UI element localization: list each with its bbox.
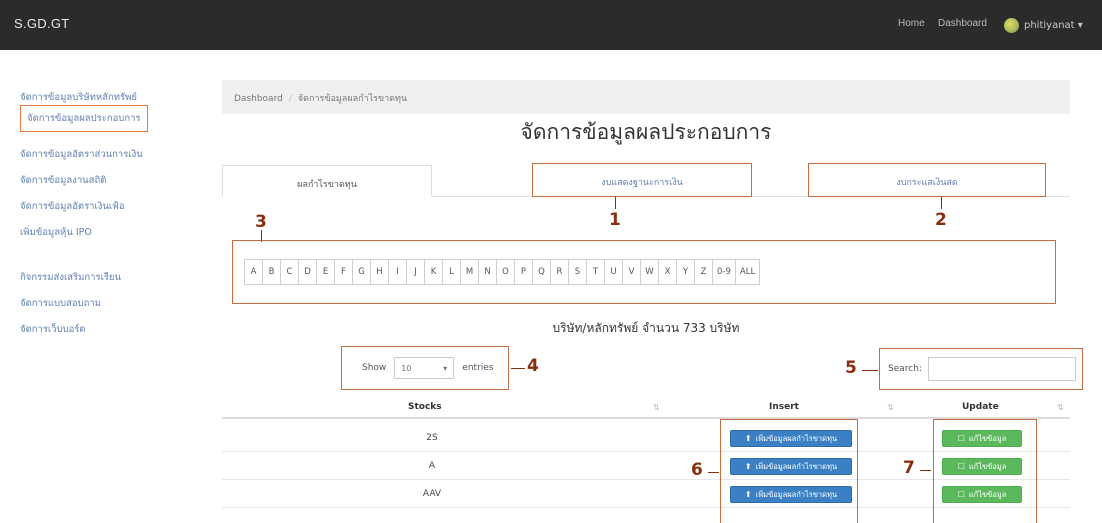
sidebar-item-inflation[interactable]: จัดการข้อมูลอัตราเงินเฟ้อ: [20, 199, 125, 214]
letter-filter-button[interactable]: M: [460, 259, 479, 285]
chevron-down-icon: ▾: [443, 363, 448, 373]
letter-filter-button[interactable]: I: [388, 259, 407, 285]
stock-symbol: AAV: [422, 489, 442, 499]
letter-filter-button[interactable]: O: [496, 259, 515, 285]
avatar: [1004, 17, 1019, 33]
tab-bar: ผลกำไรขาดทุน งบแสดงฐานะการเงิน งบกระแสเง…: [222, 163, 1070, 197]
stock-symbol: 2S: [426, 433, 438, 443]
annotation-arrow-7: [920, 470, 931, 471]
sidebar-item-ratios[interactable]: จัดการข้อมูลอัตราส่วนการเงิน: [20, 147, 143, 162]
entries-select[interactable]: 10 ▾: [394, 357, 455, 379]
search-label: Search:: [888, 364, 922, 374]
annotation-2: 2: [935, 210, 947, 230]
letter-filter-button[interactable]: Q: [532, 259, 551, 285]
letter-filter-button[interactable]: V: [622, 259, 641, 285]
letter-filter-button[interactable]: S: [568, 259, 587, 285]
letter-filter: A B C D E F G H I J K L M N O P Q R S T U V W X Y Z 0-9 ALL: [244, 259, 761, 285]
annotation-6: 6: [691, 460, 703, 480]
annotation-arrow-2: [941, 197, 942, 209]
top-navbar: S.GD.GT Home Dashboard phitiyanat ▾: [0, 0, 1102, 50]
breadcrumb-root[interactable]: Dashboard: [234, 94, 283, 104]
letter-filter-button[interactable]: D: [298, 259, 317, 285]
letter-filter-button[interactable]: W: [640, 259, 659, 285]
letter-filter-button[interactable]: B: [262, 259, 281, 285]
annotation-arrow-5: [862, 370, 878, 371]
search-input[interactable]: [927, 357, 1076, 381]
sidebar-item-companies[interactable]: จัดการข้อมูลบริษัทหลักทรัพย์: [20, 90, 137, 105]
company-count: บริษัท/หลักทรัพย์ จำนวน 733 บริษัท: [552, 321, 740, 335]
tab-cash-flow[interactable]: งบกระแสเงินสด: [808, 163, 1046, 197]
letter-filter-button[interactable]: T: [586, 259, 605, 285]
search-control: Search:: [879, 348, 1083, 390]
breadcrumb-separator: /: [288, 94, 292, 104]
letter-filter-button[interactable]: K: [424, 259, 443, 285]
sort-icon[interactable]: ⇅: [653, 403, 660, 412]
stock-symbol: A: [428, 461, 436, 471]
letter-filter-button[interactable]: P: [514, 259, 533, 285]
letter-filter-button[interactable]: E: [316, 259, 335, 285]
annotation-5: 5: [845, 358, 857, 378]
letter-filter-button[interactable]: G: [352, 259, 371, 285]
annotation-4: 4: [527, 356, 539, 376]
annotation-arrow-4: [511, 368, 525, 369]
nav-home-link[interactable]: Home: [898, 18, 925, 29]
letter-filter-button[interactable]: J: [406, 259, 425, 285]
column-header-update[interactable]: Update: [962, 402, 999, 412]
letter-filter-button[interactable]: ALL: [734, 259, 761, 285]
letter-filter-button[interactable]: Y: [676, 259, 695, 285]
table-header: Stocks ⇅ Insert ⇅ Update ⇅: [222, 397, 1070, 419]
column-header-insert[interactable]: Insert: [769, 402, 799, 412]
column-header-stocks[interactable]: Stocks: [408, 402, 442, 412]
sort-icon[interactable]: ⇅: [887, 403, 894, 412]
entries-length-control: Show 10 ▾ entries: [341, 346, 509, 390]
breadcrumb: Dashboard / จัดการข้อมูลผลกำไรขาดทุน: [222, 80, 1070, 114]
letter-filter-button[interactable]: R: [550, 259, 569, 285]
sidebar-item-statistics[interactable]: จัดการข้อมูลงานสถิติ: [20, 173, 106, 188]
user-menu[interactable]: phitiyanat ▾: [1004, 13, 1083, 37]
letter-filter-button[interactable]: H: [370, 259, 389, 285]
entries-value: 10: [401, 363, 412, 373]
sidebar-item-survey[interactable]: จัดการแบบสอบถาม: [20, 296, 101, 311]
annotation-1: 1: [609, 210, 621, 230]
letter-filter-button[interactable]: 0-9: [712, 259, 736, 285]
letter-filter-button[interactable]: Z: [694, 259, 713, 285]
sidebar-item-webboard[interactable]: จัดการเว็บบอร์ด: [20, 322, 86, 337]
letter-filter-button[interactable]: U: [604, 259, 623, 285]
sort-icon[interactable]: ⇅: [1057, 403, 1064, 412]
letter-filter-button[interactable]: L: [442, 259, 461, 285]
brand-logo[interactable]: S.GD.GT: [14, 16, 70, 31]
user-name: phitiyanat ▾: [1024, 19, 1083, 31]
annotation-arrow-6: [708, 472, 719, 473]
sidebar-item-performance[interactable]: จัดการข้อมูลผลประกอบการ: [20, 105, 148, 132]
sidebar: จัดการข้อมูลบริษัทหลักทรัพย์ จัดการข้อมู…: [0, 50, 180, 523]
letter-filter-button[interactable]: N: [478, 259, 497, 285]
insert-column-frame: [720, 419, 858, 523]
show-label: Show: [362, 363, 387, 373]
annotation-7: 7: [903, 458, 915, 478]
letter-filter-button[interactable]: X: [658, 259, 677, 285]
breadcrumb-current: จัดการข้อมูลผลกำไรขาดทุน: [297, 94, 408, 104]
page-title: จัดการข้อมูลผลประกอบการ: [520, 120, 772, 144]
tab-profit-loss[interactable]: ผลกำไรขาดทุน: [222, 165, 432, 197]
letter-filter-button[interactable]: A: [244, 259, 263, 285]
update-column-frame: [933, 419, 1037, 523]
letter-filter-button[interactable]: F: [334, 259, 353, 285]
annotation-3: 3: [255, 212, 267, 232]
entries-label: entries: [462, 363, 494, 373]
letter-filter-button[interactable]: C: [280, 259, 299, 285]
sidebar-item-activities[interactable]: กิจกรรมส่งเสริมการเรียน: [20, 270, 121, 285]
tab-balance-sheet[interactable]: งบแสดงฐานะการเงิน: [532, 163, 752, 197]
annotation-arrow-1: [615, 197, 616, 209]
letter-filter-frame: A B C D E F G H I J K L M N O P Q R S T U V W X Y Z 0-9 ALL: [232, 240, 1056, 304]
sidebar-item-ipo[interactable]: เพิ่มข้อมูลหุ้น IPO: [20, 225, 92, 240]
nav-dashboard-link[interactable]: Dashboard: [938, 18, 987, 29]
